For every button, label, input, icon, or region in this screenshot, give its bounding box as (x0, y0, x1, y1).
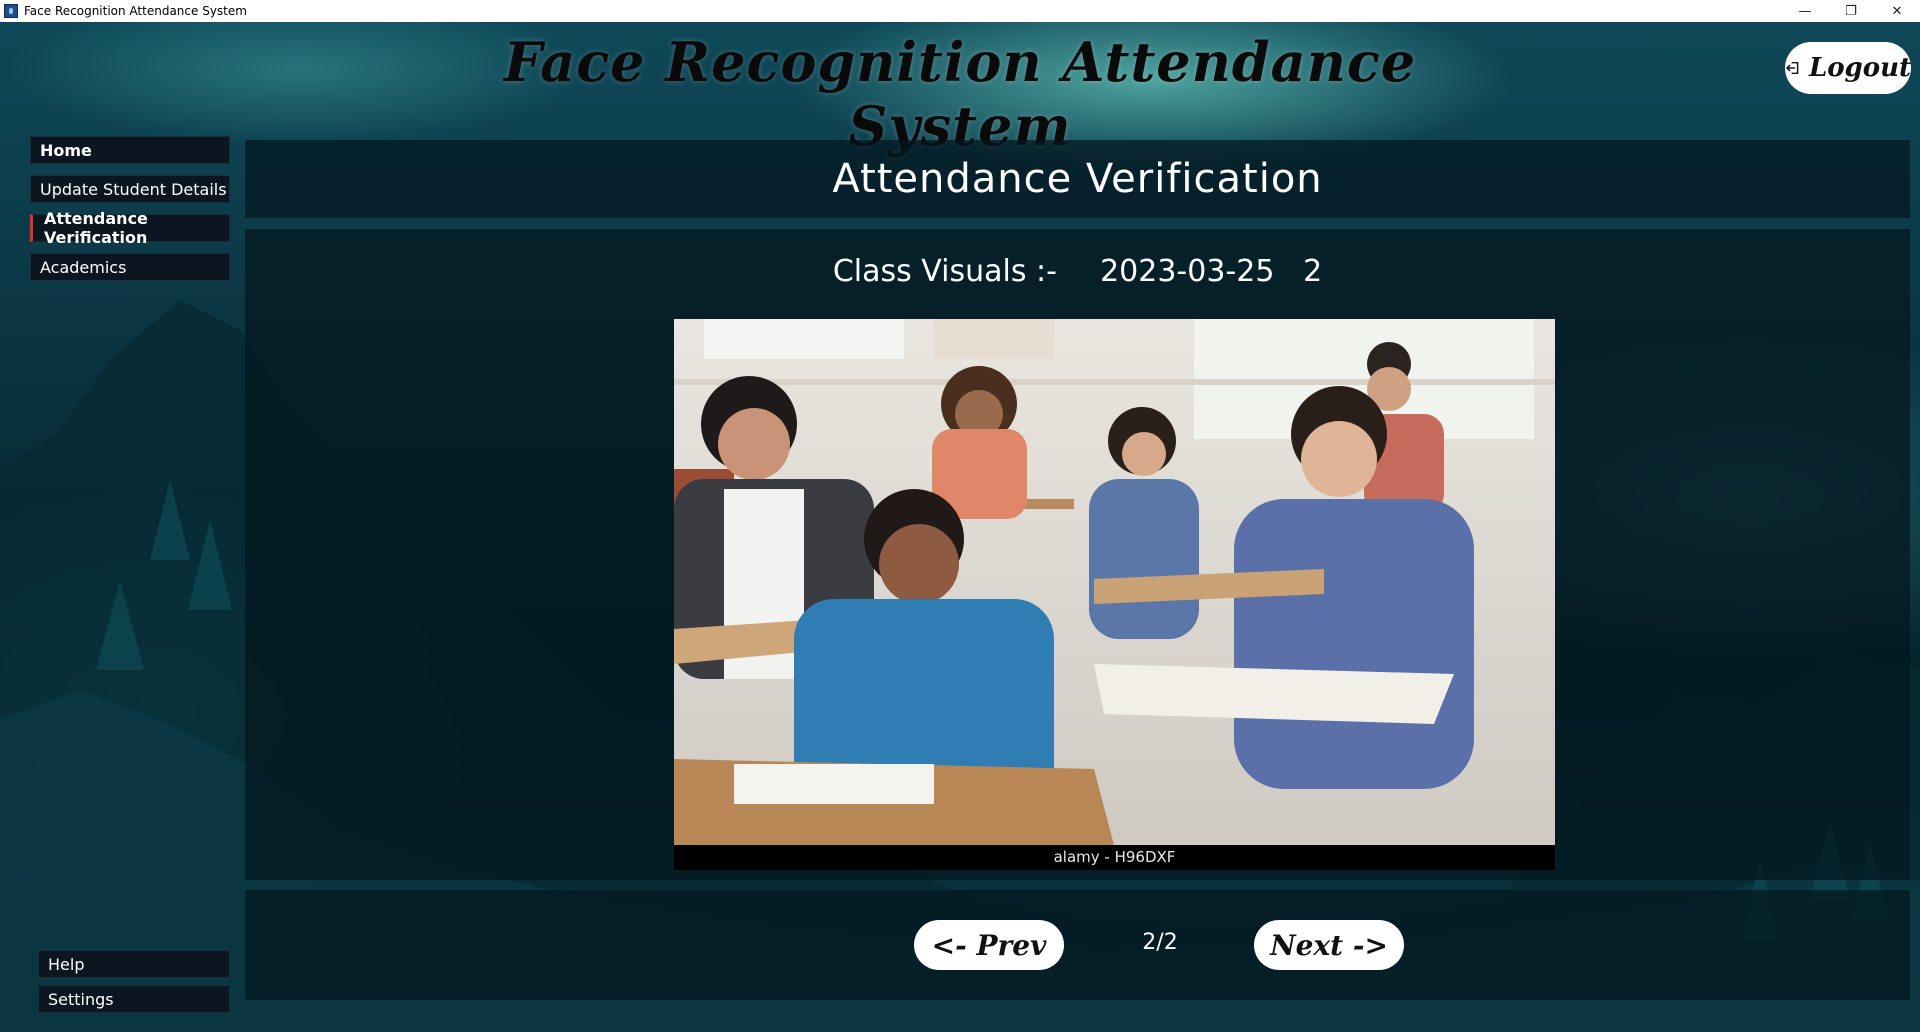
page-title: Attendance Verification (832, 156, 1323, 202)
window-title: Face Recognition Attendance System (24, 4, 247, 18)
sidebar-item-update-student-details[interactable]: Update Student Details (30, 175, 230, 203)
class-visuals-panel: Class Visuals :- 2023-03-25 2 alamy - H9… (245, 229, 1910, 880)
class-visuals-label: Class Visuals :- (832, 254, 1057, 289)
sidebar-item-academics[interactable]: Academics (30, 253, 230, 281)
logout-icon (1786, 61, 1799, 75)
app-icon (4, 4, 18, 18)
logout-button[interactable]: Logout (1785, 42, 1911, 94)
minimize-button[interactable]: — (1782, 0, 1828, 22)
page-header-panel: Attendance Verification (245, 140, 1910, 218)
logout-label: Logout (1808, 53, 1911, 83)
close-button[interactable]: ✕ (1874, 0, 1920, 22)
class-photo-frame: alamy - H96DXF (674, 319, 1555, 870)
class-visuals-heading: Class Visuals :- 2023-03-25 2 (245, 254, 1910, 289)
class-photo (674, 319, 1555, 845)
restore-button[interactable]: ❐ (1828, 0, 1874, 22)
class-index: 2 (1303, 254, 1323, 289)
window-controls: — ❐ ✕ (1782, 0, 1920, 22)
sidebar-item-home[interactable]: Home (30, 136, 230, 164)
sidebar-item-attendance-verification[interactable]: Attendance Verification (30, 209, 230, 247)
app-title: Face Recognition Attendance System (503, 30, 1417, 158)
pager-panel: <- Prev 2/2 Next -> (245, 890, 1910, 1000)
class-date: 2023-03-25 (1100, 254, 1275, 289)
prev-button[interactable]: <- Prev (914, 920, 1064, 970)
photo-caption: alamy - H96DXF (1053, 848, 1176, 866)
sidebar-item-help[interactable]: Help (38, 950, 230, 978)
sidebar-item-settings[interactable]: Settings (38, 985, 230, 1013)
window-titlebar: Face Recognition Attendance System — ❐ ✕ (0, 0, 1920, 22)
page-indicator: 2/2 (1142, 930, 1178, 955)
next-button[interactable]: Next -> (1254, 920, 1404, 970)
